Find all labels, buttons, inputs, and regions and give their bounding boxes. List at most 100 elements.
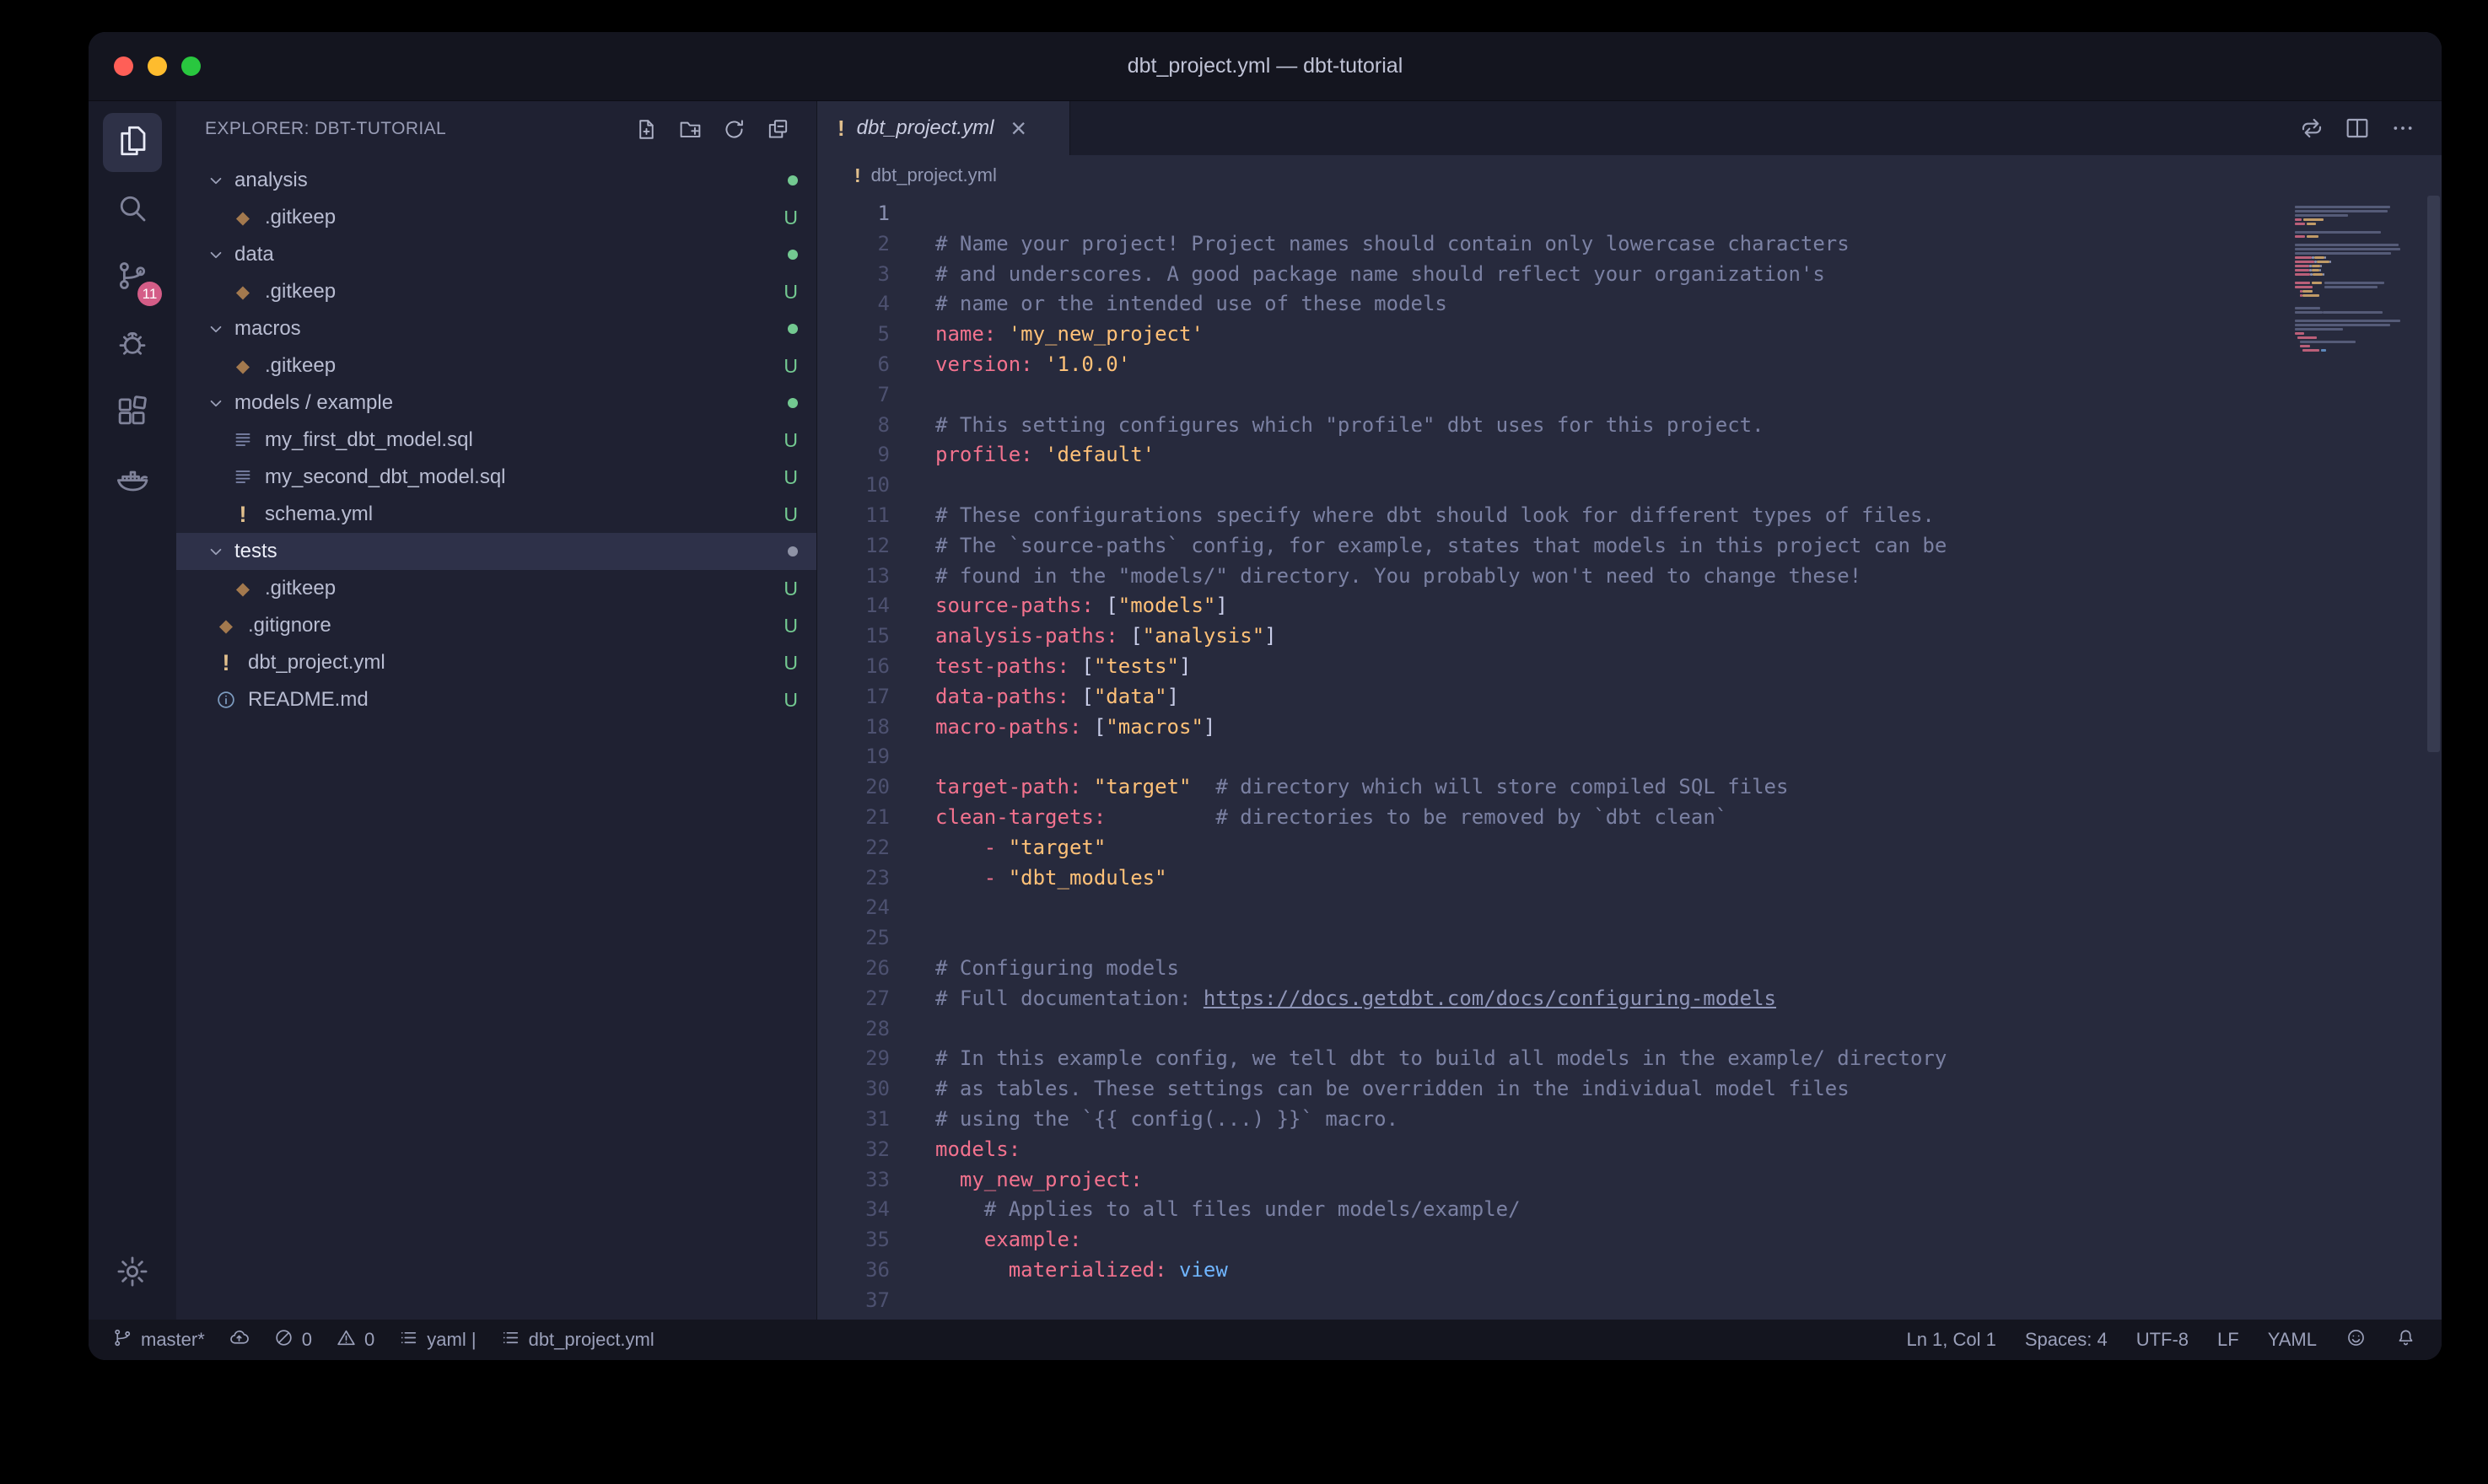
code-line[interactable]: 18macro-paths: ["macros"] — [817, 712, 2442, 743]
code-line[interactable]: 8# This setting configures which "profil… — [817, 411, 2442, 441]
editor-scrollbar[interactable] — [2425, 196, 2442, 1320]
status-active-file[interactable]: dbt_project.yml — [500, 1327, 654, 1353]
code-line[interactable]: 27# Full documentation: https://docs.get… — [817, 984, 2442, 1014]
title-bar[interactable]: dbt_project.yml — dbt-tutorial — [89, 32, 2442, 101]
new-file-button[interactable] — [629, 112, 663, 146]
code-text — [890, 1286, 935, 1316]
code-line[interactable]: 1 — [817, 199, 2442, 229]
close-tab-icon[interactable]: × — [1010, 115, 1026, 142]
status-eol[interactable]: LF — [2217, 1329, 2239, 1351]
activity-docker[interactable] — [103, 450, 162, 509]
code-line[interactable]: 12# The `source-paths` config, for examp… — [817, 531, 2442, 562]
code-line[interactable]: 29# In this example config, we tell dbt … — [817, 1044, 2442, 1074]
minimap[interactable] — [2295, 201, 2421, 357]
code-line[interactable]: 36 materialized: view — [817, 1255, 2442, 1286]
tree-folder-data[interactable]: data — [176, 236, 816, 273]
minimize-window-button[interactable] — [148, 56, 167, 76]
tree-file-dbt-project-yml[interactable]: !dbt_project.ymlU — [176, 644, 816, 681]
collapse-folders-button[interactable] — [761, 112, 794, 146]
refresh-explorer-button[interactable] — [717, 112, 751, 146]
status-sync-changes[interactable] — [229, 1327, 250, 1353]
tree-file-readme-md[interactable]: README.mdU — [176, 681, 816, 718]
code-line[interactable]: 23 - "dbt_modules" — [817, 863, 2442, 894]
code-line[interactable]: 14source-paths: ["models"] — [817, 591, 2442, 621]
activity-run-debug[interactable] — [103, 315, 162, 374]
tree-file-gitignore[interactable]: ◆.gitignoreU — [176, 607, 816, 644]
code-line[interactable]: 24 — [817, 893, 2442, 923]
tree-file-my-second-dbt-model-sql[interactable]: my_second_dbt_model.sqlU — [176, 459, 816, 496]
tab-dbt-project-yml[interactable]: ! dbt_project.yml × — [817, 101, 1070, 155]
code-line[interactable]: 37 — [817, 1286, 2442, 1316]
code-line[interactable]: 2# Name your project! Project names shou… — [817, 229, 2442, 260]
scm-badge: 11 — [137, 282, 162, 306]
code-line[interactable]: 21clean-targets: # directories to be rem… — [817, 803, 2442, 833]
explorer-sidebar: EXPLORER: DBT-TUTORIAL analysis◆.gitkeep… — [176, 101, 817, 1320]
code-line[interactable]: 19 — [817, 742, 2442, 772]
status-yaml-status[interactable]: yaml | — [398, 1327, 476, 1353]
activity-search[interactable] — [103, 180, 162, 239]
breadcrumb[interactable]: ! dbt_project.yml — [817, 155, 2442, 196]
code-line[interactable]: 15analysis-paths: ["analysis"] — [817, 621, 2442, 652]
status-feedback[interactable] — [2345, 1327, 2367, 1353]
activity-explorer[interactable] — [103, 113, 162, 172]
open-changes-button[interactable] — [2297, 113, 2327, 143]
code-line[interactable]: 13# found in the "models/" directory. Yo… — [817, 562, 2442, 592]
git-diamond-icon: ◆ — [230, 356, 256, 377]
tree-file-schema-yml[interactable]: !schema.ymlU — [176, 496, 816, 533]
status-encoding[interactable]: UTF-8 — [2136, 1329, 2189, 1351]
close-window-button[interactable] — [114, 56, 133, 76]
more-actions-button[interactable] — [2388, 113, 2418, 143]
tree-file-gitkeep[interactable]: ◆.gitkeepU — [176, 347, 816, 384]
code-line[interactable]: 35 example: — [817, 1225, 2442, 1255]
status-language-mode[interactable]: YAML — [2268, 1329, 2317, 1351]
code-line[interactable]: 6version: '1.0.0' — [817, 350, 2442, 380]
code-line[interactable]: 3# and underscores. A good package name … — [817, 260, 2442, 290]
tree-file-gitkeep[interactable]: ◆.gitkeepU — [176, 199, 816, 236]
tree-folder-tests[interactable]: tests — [176, 533, 816, 570]
code-line[interactable]: 16test-paths: ["tests"] — [817, 652, 2442, 682]
tree-folder-analysis[interactable]: analysis — [176, 162, 816, 199]
scrollbar-thumb[interactable] — [2427, 196, 2440, 752]
activity-source-control[interactable]: 11 — [103, 248, 162, 307]
code-line[interactable]: 25 — [817, 923, 2442, 954]
status-git-branch[interactable]: master* — [112, 1327, 205, 1353]
tree-file-gitkeep[interactable]: ◆.gitkeepU — [176, 570, 816, 607]
code-line[interactable]: 10 — [817, 470, 2442, 501]
code-line[interactable]: 5name: 'my_new_project' — [817, 320, 2442, 350]
tree-file-my-first-dbt-model-sql[interactable]: my_first_dbt_model.sqlU — [176, 422, 816, 459]
code-text — [890, 923, 935, 954]
breadcrumb-file[interactable]: dbt_project.yml — [871, 164, 997, 186]
zoom-window-button[interactable] — [181, 56, 201, 76]
status-indentation[interactable]: Spaces: 4 — [2025, 1329, 2108, 1351]
code-line[interactable]: 20target-path: "target" # directory whic… — [817, 772, 2442, 803]
new-folder-button[interactable] — [673, 112, 707, 146]
code-line[interactable]: 11# These configurations specify where d… — [817, 501, 2442, 531]
chevron-down-icon — [205, 318, 227, 340]
status-problems-warnings[interactable]: 0 — [336, 1327, 374, 1353]
code-line[interactable]: 28 — [817, 1014, 2442, 1045]
split-editor-button[interactable] — [2342, 113, 2372, 143]
status-notifications[interactable] — [2395, 1327, 2416, 1353]
tree-item-label: README.md — [248, 688, 369, 712]
code-line[interactable]: 7 — [817, 380, 2442, 411]
code-text: data-paths: ["data"] — [890, 682, 1179, 712]
status-cursor-position[interactable]: Ln 1, Col 1 — [1906, 1329, 1995, 1351]
status-label: Ln 1, Col 1 — [1906, 1329, 1995, 1351]
tree-file-gitkeep[interactable]: ◆.gitkeepU — [176, 273, 816, 310]
tree-folder-models-example[interactable]: models / example — [176, 384, 816, 422]
code-line[interactable]: 31# using the `{{ config(...) }}` macro. — [817, 1105, 2442, 1135]
code-editor[interactable]: 12# Name your project! Project names sho… — [817, 196, 2442, 1320]
status-problems-errors[interactable]: 0 — [273, 1327, 312, 1353]
code-line[interactable]: 34 # Applies to all files under models/e… — [817, 1195, 2442, 1225]
activity-extensions[interactable] — [103, 383, 162, 442]
code-line[interactable]: 17data-paths: ["data"] — [817, 682, 2442, 712]
activity-settings[interactable] — [103, 1244, 162, 1303]
code-line[interactable]: 9profile: 'default' — [817, 440, 2442, 470]
code-line[interactable]: 30# as tables. These settings can be ove… — [817, 1074, 2442, 1105]
code-line[interactable]: 22 - "target" — [817, 833, 2442, 863]
code-line[interactable]: 26# Configuring models — [817, 954, 2442, 984]
code-line[interactable]: 32models: — [817, 1135, 2442, 1165]
code-line[interactable]: 33 my_new_project: — [817, 1165, 2442, 1196]
code-line[interactable]: 4# name or the intended use of these mod… — [817, 289, 2442, 320]
tree-folder-macros[interactable]: macros — [176, 310, 816, 347]
